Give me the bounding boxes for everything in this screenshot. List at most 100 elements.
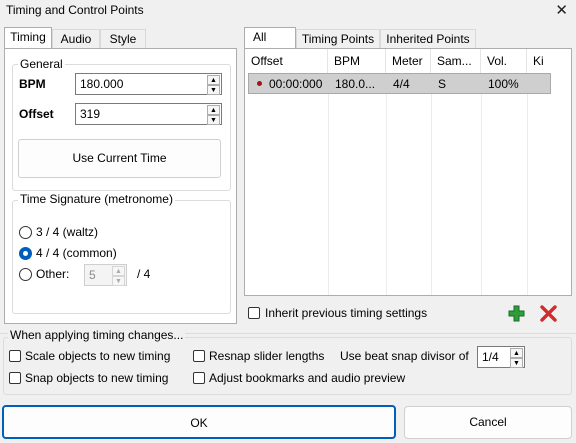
title-bar: Timing and Control Points ✕ (0, 0, 576, 22)
tab-inherited-points[interactable]: Inherited Points (380, 29, 476, 49)
other-suffix: / 4 (137, 267, 151, 281)
bpm-stepper[interactable]: 180.000 ▲ ▼ (75, 73, 222, 95)
tab-all-label: All (253, 30, 267, 44)
beat-snap-label: Use beat snap divisor of (340, 349, 469, 363)
beat-snap-stepper[interactable]: 1/4 ▲ ▼ (477, 346, 525, 368)
table-row[interactable]: 00:00:000 180.0... 4/4 S 100% (248, 73, 551, 94)
cancel-button[interactable]: Cancel (404, 406, 572, 439)
other-down-icon[interactable]: ▼ (112, 276, 125, 286)
tab-timing-points[interactable]: Timing Points (296, 29, 380, 49)
ok-button[interactable]: OK (2, 405, 396, 439)
radio-common-label: 4 / 4 (common) (36, 246, 117, 260)
col-offset[interactable]: Offset (245, 49, 328, 73)
row-sample: S (438, 77, 447, 91)
col-kiai-label: Ki (533, 54, 544, 68)
row-marker-icon (257, 81, 262, 86)
scale-objects-checkbox[interactable]: Scale objects to new timing (9, 349, 189, 365)
grid-line (431, 73, 432, 295)
bpm-arrows: ▲ ▼ (207, 75, 220, 95)
col-meter-label: Meter (392, 54, 423, 68)
timing-points-list: Offset BPM Meter Sam... Vol. Ki 00:00:00… (244, 48, 572, 296)
row-volume: 100% (488, 77, 519, 91)
inherit-checkbox-box[interactable] (248, 307, 260, 319)
col-volume[interactable]: Vol. (481, 49, 527, 73)
use-current-time-label: Use Current Time (72, 151, 167, 165)
window-title: Timing and Control Points (6, 3, 144, 17)
tab-style[interactable]: Style (100, 29, 146, 49)
radio-common-button[interactable] (19, 247, 32, 260)
tab-audio[interactable]: Audio (52, 29, 100, 49)
offset-down-icon[interactable]: ▼ (207, 115, 220, 125)
col-sample[interactable]: Sam... (431, 49, 481, 73)
ok-button-label: OK (190, 416, 208, 430)
offset-up-icon[interactable]: ▲ (207, 105, 220, 115)
tab-timing[interactable]: Timing (4, 27, 52, 49)
tab-timing-points-label: Timing Points (301, 32, 375, 46)
adjust-bookmarks-box[interactable] (193, 372, 205, 384)
tab-timing-label: Timing (10, 30, 46, 44)
offset-value: 319 (80, 107, 101, 121)
snap-objects-label: Snap objects to new timing (25, 371, 169, 385)
other-arrows: ▲ ▼ (112, 266, 125, 286)
scale-objects-box[interactable] (9, 350, 21, 362)
col-meter[interactable]: Meter (386, 49, 431, 73)
bpm-up-icon[interactable]: ▲ (207, 75, 220, 85)
radio-waltz-label: 3 / 4 (waltz) (36, 225, 99, 239)
delete-timing-point-icon[interactable] (540, 305, 557, 322)
general-legend: General (18, 57, 65, 71)
col-bpm[interactable]: BPM (328, 49, 386, 73)
col-volume-label: Vol. (487, 54, 508, 68)
offset-arrows: ▲ ▼ (207, 105, 220, 125)
cancel-button-label: Cancel (469, 415, 507, 429)
bpm-value: 180.000 (80, 77, 124, 91)
tab-all[interactable]: All (244, 27, 296, 49)
timing-panel: General BPM 180.000 ▲ ▼ Offset 319 ▲ ▼ U… (4, 48, 237, 324)
col-sample-label: Sam... (437, 54, 472, 68)
inherit-checkbox-label: Inherit previous timing settings (265, 306, 428, 320)
grid-line (328, 73, 329, 295)
beat-snap-value: 1/4 (482, 350, 499, 364)
row-offset: 00:00:000 (269, 77, 323, 91)
radio-waltz-button[interactable] (19, 226, 32, 239)
radio-waltz[interactable]: 3 / 4 (waltz) (19, 225, 139, 241)
row-bpm: 180.0... (335, 77, 376, 91)
close-icon[interactable]: ✕ (555, 1, 568, 19)
add-timing-point-icon[interactable] (508, 305, 525, 322)
tab-style-label: Style (109, 32, 137, 46)
resnap-sliders-label: Resnap slider lengths (209, 349, 325, 363)
other-numerator-stepper[interactable]: 5 ▲ ▼ (84, 264, 127, 286)
grid-line (527, 73, 528, 295)
snap-objects-checkbox[interactable]: Snap objects to new timing (9, 371, 189, 387)
adjust-bookmarks-label: Adjust bookmarks and audio preview (209, 371, 406, 385)
radio-other-label: Other: (36, 267, 70, 281)
grid-line (481, 73, 482, 295)
snap-objects-box[interactable] (9, 372, 21, 384)
offset-stepper[interactable]: 319 ▲ ▼ (75, 103, 222, 125)
resnap-sliders-checkbox[interactable]: Resnap slider lengths (193, 349, 333, 365)
grid-line (386, 73, 387, 295)
bpm-down-icon[interactable]: ▼ (207, 85, 220, 95)
time-signature-legend: Time Signature (metronome) (18, 192, 175, 206)
tab-inherited-points-label: Inherited Points (386, 32, 470, 46)
beat-snap-up-icon[interactable]: ▲ (510, 348, 523, 358)
row-meter: 4/4 (393, 77, 410, 91)
beat-snap-down-icon[interactable]: ▼ (510, 358, 523, 368)
use-current-time-button[interactable]: Use Current Time (18, 139, 221, 178)
other-numerator-value: 5 (89, 268, 96, 282)
radio-other[interactable]: Other: (19, 267, 89, 283)
offset-label: Offset (19, 107, 54, 121)
other-up-icon[interactable]: ▲ (112, 266, 125, 276)
beat-snap-arrows: ▲ ▼ (510, 348, 523, 368)
apply-changes-legend: When applying timing changes... (8, 328, 186, 342)
adjust-bookmarks-checkbox[interactable]: Adjust bookmarks and audio preview (193, 371, 433, 387)
bpm-label: BPM (19, 77, 46, 91)
radio-other-button[interactable] (19, 268, 32, 281)
radio-common[interactable]: 4 / 4 (common) (19, 246, 139, 262)
tab-audio-label: Audio (60, 32, 92, 46)
inherit-previous-checkbox[interactable]: Inherit previous timing settings (248, 306, 468, 322)
col-kiai[interactable]: Ki (527, 49, 571, 73)
scale-objects-label: Scale objects to new timing (25, 349, 171, 363)
col-bpm-label: BPM (334, 54, 361, 68)
col-offset-label: Offset (251, 54, 283, 68)
resnap-sliders-box[interactable] (193, 350, 205, 362)
